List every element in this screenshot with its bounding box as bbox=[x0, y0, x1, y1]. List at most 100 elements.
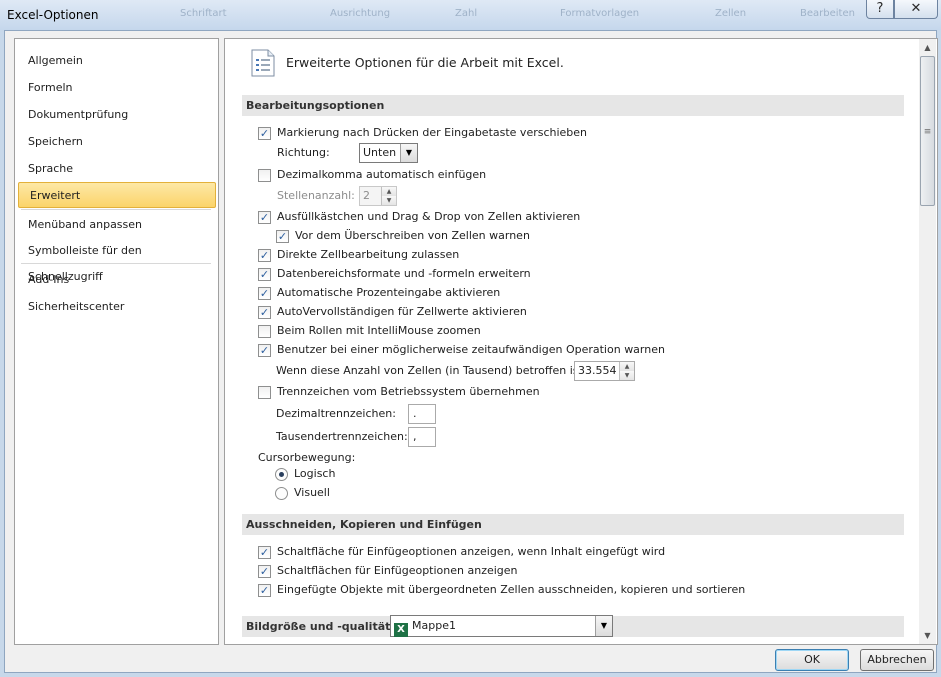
checkbox-label: Beim Rollen mit IntelliMouse zoomen bbox=[277, 324, 481, 337]
page-title: Erweiterte Optionen für die Arbeit mit E… bbox=[286, 55, 564, 70]
checkbox[interactable]: ✓ bbox=[258, 287, 271, 300]
nav-item-sprache[interactable]: Sprache bbox=[17, 156, 216, 182]
help-button[interactable]: ? bbox=[866, 0, 894, 19]
options-dialog: Allgemein Formeln Dokumentprüfung Speich… bbox=[4, 30, 938, 673]
checkbox[interactable]: ✓ bbox=[258, 546, 271, 559]
spin-up-icon[interactable]: ▲ bbox=[620, 362, 634, 371]
checkbox[interactable]: ✓ bbox=[258, 306, 271, 319]
checkbox-row-alert-overwrite[interactable]: ✓ Vor dem Überschreiben von Zellen warne… bbox=[276, 228, 876, 244]
decimal-separator-label: Dezimaltrennzeichen: bbox=[276, 407, 396, 420]
nav-item-speichern[interactable]: Speichern bbox=[17, 129, 216, 155]
nav-item-dokumentpruefung[interactable]: Dokumentprüfung bbox=[17, 102, 216, 128]
nav-divider bbox=[21, 263, 211, 264]
category-nav: Allgemein Formeln Dokumentprüfung Speich… bbox=[14, 38, 219, 645]
radio-button[interactable] bbox=[275, 487, 288, 500]
spin-down-icon[interactable]: ▼ bbox=[620, 371, 634, 380]
scrollbar-thumb[interactable]: ≡ bbox=[920, 56, 935, 206]
checkbox[interactable]: ✓ bbox=[258, 584, 271, 597]
cancel-button[interactable]: Abbrechen bbox=[860, 649, 934, 671]
radio-label: Logisch bbox=[294, 467, 336, 480]
dropdown-arrow-icon[interactable]: ▼ bbox=[595, 616, 612, 636]
checkbox-row-autocomplete[interactable]: ✓ AutoVervollständigen für Zellwerte akt… bbox=[258, 304, 898, 320]
ghost-tab: Bearbeiten bbox=[800, 8, 855, 19]
close-button[interactable]: ✕ bbox=[894, 0, 938, 19]
cells-threshold-value[interactable]: 33.554 bbox=[578, 364, 617, 377]
title-bar: Excel-Optionen Schriftart Ausrichtung Za… bbox=[0, 0, 941, 30]
scroll-up-icon[interactable]: ▲ bbox=[919, 39, 936, 56]
thousands-separator-label: Tausendertrennzeichen: bbox=[276, 430, 408, 443]
settings-panel: Erweiterte Optionen für die Arbeit mit E… bbox=[224, 38, 938, 645]
checkbox[interactable] bbox=[258, 169, 271, 182]
workbook-select[interactable]: X Mappe1 ▼ bbox=[390, 615, 613, 637]
checkbox-label: Vor dem Überschreiben von Zellen warnen bbox=[295, 229, 530, 242]
checkbox[interactable]: ✓ bbox=[258, 249, 271, 262]
checkbox-row-insert-options[interactable]: ✓ Schaltflächen für Einfügeoptionen anze… bbox=[258, 563, 898, 579]
section-title: Bildgröße und -qualität bbox=[246, 620, 391, 633]
checkbox-row-extend-formats[interactable]: ✓ Datenbereichsformate und -formeln erwe… bbox=[258, 266, 898, 282]
workbook-value: Mappe1 bbox=[412, 619, 456, 632]
radio-selected-dot bbox=[279, 472, 284, 477]
checkbox-label: Eingefügte Objekte mit übergeordneten Ze… bbox=[277, 583, 746, 596]
checkbox-label: Datenbereichsformate und -formeln erweit… bbox=[277, 267, 531, 280]
checkbox[interactable]: ✓ bbox=[276, 230, 289, 243]
checkbox-row-cut-copy-sort[interactable]: ✓ Eingefügte Objekte mit übergeordneten … bbox=[258, 582, 898, 598]
checkbox-label: Schaltflächen für Einfügeoptionen anzeig… bbox=[277, 564, 518, 577]
checkbox-row-paste-options[interactable]: ✓ Schaltfläche für Einfügeoptionen anzei… bbox=[258, 544, 898, 560]
ghost-tab: Formatvorlagen bbox=[560, 8, 640, 19]
help-icon: ? bbox=[876, 1, 884, 16]
advanced-options-icon bbox=[251, 49, 275, 77]
nav-item-formeln[interactable]: Formeln bbox=[17, 75, 216, 101]
checkbox[interactable]: ✓ bbox=[258, 211, 271, 224]
checkbox-label: Markierung nach Drücken der Eingabetaste… bbox=[277, 126, 588, 139]
checkbox[interactable]: ✓ bbox=[258, 565, 271, 578]
spin-down-icon: ▼ bbox=[382, 196, 396, 205]
nav-item-schnellzugriff[interactable]: Symbolleiste für den Schnellzugriff bbox=[17, 238, 216, 283]
checkbox[interactable]: ✓ bbox=[258, 344, 271, 357]
checkbox-row-system-separators[interactable]: Trennzeichen vom Betriebssystem übernehm… bbox=[258, 384, 898, 400]
vertical-scrollbar[interactable]: ▲ ≡ ▼ bbox=[919, 39, 936, 644]
checkbox-label: Trennzeichen vom Betriebssystem übernehm… bbox=[277, 385, 540, 398]
checkbox-row-fill-handle[interactable]: ✓ Ausfüllkästchen und Drag & Drop von Ze… bbox=[258, 209, 898, 225]
checkbox-row-auto-decimal[interactable]: Dezimalkomma automatisch einfügen bbox=[258, 167, 898, 183]
radio-row-visuell[interactable]: Visuell bbox=[275, 485, 475, 501]
ok-button[interactable]: OK bbox=[775, 649, 849, 671]
stepper-buttons[interactable]: ▲ ▼ bbox=[619, 362, 634, 380]
excel-workbook-icon: X bbox=[394, 623, 408, 637]
places-value: 2 bbox=[363, 189, 370, 202]
stepper-buttons: ▲ ▼ bbox=[381, 187, 396, 205]
checkbox-row-auto-percent[interactable]: ✓ Automatische Prozenteingabe aktivieren bbox=[258, 285, 898, 301]
cells-threshold-stepper[interactable]: 33.554 ▲ ▼ bbox=[574, 361, 635, 381]
section-bearbeitungsoptionen: Bearbeitungsoptionen bbox=[242, 95, 904, 116]
radio-button[interactable] bbox=[275, 468, 288, 481]
radio-label: Visuell bbox=[294, 486, 330, 499]
nav-item-allgemein[interactable]: Allgemein bbox=[17, 48, 216, 74]
checkbox-row-edit-in-cell[interactable]: ✓ Direkte Zellbearbeitung zulassen bbox=[258, 247, 898, 263]
checkbox-label: Ausfüllkästchen und Drag & Drop von Zell… bbox=[277, 210, 581, 223]
checkbox-label: Schaltfläche für Einfügeoptionen anzeige… bbox=[277, 545, 666, 558]
checkbox[interactable]: ✓ bbox=[258, 127, 271, 140]
direction-value: Unten bbox=[363, 146, 397, 159]
window-title: Excel-Optionen bbox=[7, 8, 99, 22]
spin-up-icon: ▲ bbox=[382, 187, 396, 196]
checkbox-row-move-selection[interactable]: ✓ Markierung nach Drücken der Eingabetas… bbox=[258, 125, 898, 141]
nav-item-menueband[interactable]: Menüband anpassen bbox=[17, 212, 216, 238]
cursor-movement-label: Cursorbewegung: bbox=[258, 451, 356, 464]
scroll-down-icon[interactable]: ▼ bbox=[919, 627, 936, 644]
radio-row-logisch[interactable]: Logisch bbox=[275, 466, 475, 482]
checkbox-label: Benutzer bei einer möglicherweise zeitau… bbox=[277, 343, 665, 356]
direction-select[interactable]: Unten ▼ bbox=[359, 143, 418, 163]
section-ausschneiden-kopieren-einfuegen: Ausschneiden, Kopieren und Einfügen bbox=[242, 514, 904, 535]
thousands-separator-field[interactable]: , bbox=[408, 427, 436, 447]
checkbox[interactable] bbox=[258, 386, 271, 399]
nav-item-addins[interactable]: Add-Ins bbox=[17, 267, 216, 293]
checkbox[interactable]: ✓ bbox=[258, 268, 271, 281]
checkbox[interactable] bbox=[258, 325, 271, 338]
checkbox-row-intellimouse[interactable]: Beim Rollen mit IntelliMouse zoomen bbox=[258, 323, 898, 339]
ghost-tab: Zellen bbox=[715, 8, 747, 19]
checkbox-row-alert-slow[interactable]: ✓ Benutzer bei einer möglicherweise zeit… bbox=[258, 342, 898, 358]
dropdown-arrow-icon[interactable]: ▼ bbox=[400, 144, 417, 162]
nav-item-sicherheitscenter[interactable]: Sicherheitscenter bbox=[17, 294, 216, 320]
nav-item-erweitert[interactable]: Erweitert bbox=[18, 182, 216, 208]
close-icon: ✕ bbox=[910, 1, 922, 16]
decimal-separator-field[interactable]: . bbox=[408, 404, 436, 424]
